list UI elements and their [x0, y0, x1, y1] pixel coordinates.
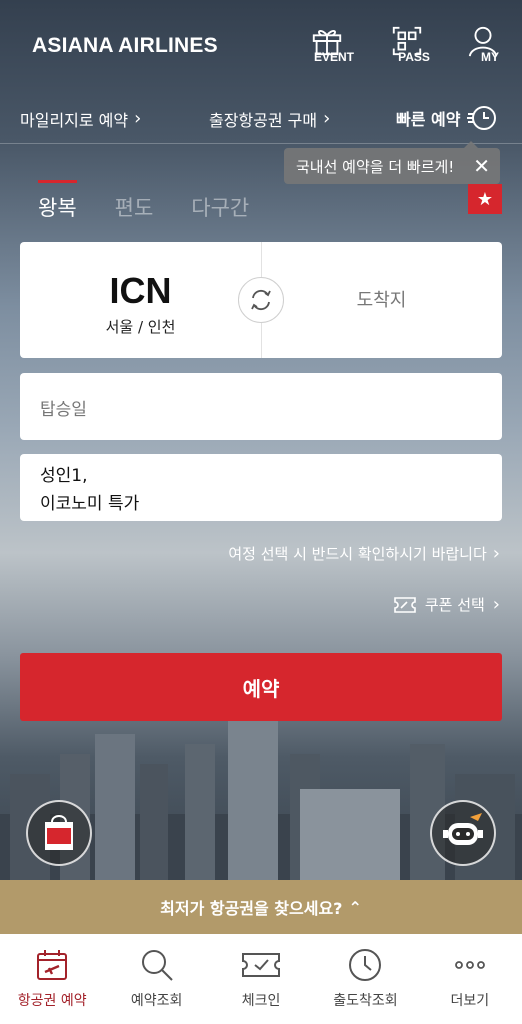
fast-clock-icon	[467, 106, 497, 130]
more-icon	[454, 961, 485, 969]
nav-flight-booking[interactable]: 항공권 예약	[0, 934, 104, 1024]
event-label: EVENT	[314, 50, 355, 64]
nav-label: 출도착조회	[333, 993, 398, 1009]
domestic-tooltip: 국내선 예약을 더 빠르게! ✕	[284, 141, 500, 184]
chevron-up-icon: ⌃	[348, 897, 362, 917]
trip-type-tabs: 왕복 편도 다구간	[38, 180, 249, 222]
quick-booking-link[interactable]: 빠른 예약	[396, 102, 498, 134]
swap-route-button[interactable]	[238, 277, 284, 323]
chatbot-button[interactable]	[430, 800, 496, 866]
nav-more[interactable]: 더보기	[418, 934, 522, 1024]
cabin-class: 이코노미 특가	[40, 494, 140, 514]
pass-button[interactable]: PASS	[382, 24, 432, 64]
chevron-right-icon: ›	[492, 593, 500, 615]
calendar-plane-icon	[37, 950, 68, 980]
tab-multi-city[interactable]: 다구간	[191, 180, 249, 222]
coupon-label: 쿠폰 선택	[424, 596, 485, 614]
pass-label: PASS	[398, 50, 430, 64]
itinerary-notice-link[interactable]: 여정 선택 시 반드시 확인하시기 바랍니다 ›	[228, 543, 500, 564]
book-button[interactable]: 예약	[20, 653, 502, 721]
coupon-select-link[interactable]: 쿠폰 선택 ›	[393, 594, 500, 615]
sub-navigation: 마일리지로 예약 › 출장항공권 구매 › 빠른 예약	[0, 92, 522, 144]
nav-label: 항공권 예약	[17, 993, 87, 1009]
bottom-navigation: 항공권 예약 예약조회 체크인 출도착조회 더보기	[0, 934, 522, 1024]
search-icon	[141, 950, 173, 981]
mileage-booking-link[interactable]: 마일리지로 예약 ›	[20, 107, 141, 131]
route-selector: ICN 서울 / 인천 도착지	[20, 242, 502, 358]
mileage-booking-label: 마일리지로 예약	[20, 111, 129, 130]
brand-logo: ASIANA AIRLINES	[32, 34, 218, 57]
favorite-button[interactable]: ★	[468, 184, 502, 214]
duty-free-button[interactable]	[26, 800, 92, 866]
tooltip-text: 국내선 예약을 더 빠르게!	[296, 157, 455, 176]
passenger-count: 성인1,	[40, 466, 88, 486]
duty-free-bag-icon	[45, 815, 73, 850]
clock-icon	[349, 949, 382, 981]
quick-booking-label: 빠른 예약	[396, 110, 461, 129]
tab-round-trip[interactable]: 왕복	[38, 180, 77, 222]
event-button[interactable]: EVENT	[302, 24, 355, 64]
lowest-fare-banner[interactable]: 최저가 항공권을 찾으세요? ⌃	[0, 880, 522, 934]
swap-icon	[251, 289, 271, 311]
coupon-icon	[394, 596, 416, 613]
chevron-right-icon: ›	[492, 542, 500, 564]
nav-label: 체크인	[241, 993, 281, 1009]
business-ticket-label: 출장항공권 구매	[209, 111, 318, 130]
departure-code: ICN	[109, 270, 172, 311]
passenger-class-field[interactable]: 성인1, 이코노미 특가	[20, 454, 502, 521]
chevron-right-icon: ›	[323, 108, 331, 129]
close-icon[interactable]: ✕	[473, 154, 490, 178]
departure-field[interactable]: ICN 서울 / 인천	[20, 270, 261, 337]
tab-one-way[interactable]: 편도	[115, 180, 154, 222]
nav-label: 더보기	[450, 993, 490, 1009]
departure-date-field[interactable]: 탑승일	[20, 373, 502, 440]
business-ticket-link[interactable]: 출장항공권 구매 ›	[209, 107, 330, 131]
nav-flight-status[interactable]: 출도착조회	[313, 934, 417, 1024]
arrival-field[interactable]: 도착지	[261, 286, 502, 312]
ticket-check-icon	[242, 953, 281, 977]
promo-text: 최저가 항공권을 찾으세요?	[160, 899, 343, 918]
top-header: ASIANA AIRLINES EVENT PASS MY	[0, 0, 522, 92]
chevron-right-icon: ›	[134, 108, 142, 129]
nav-reservation-lookup[interactable]: 예약조회	[104, 934, 208, 1024]
nav-check-in[interactable]: 체크인	[209, 934, 313, 1024]
nav-label: 예약조회	[130, 993, 183, 1009]
itinerary-notice-text: 여정 선택 시 반드시 확인하시기 바랍니다	[228, 545, 487, 563]
departure-city: 서울 / 인천	[105, 318, 176, 336]
my-label: MY	[481, 50, 499, 64]
star-icon: ★	[476, 188, 494, 210]
my-button[interactable]: MY	[458, 24, 508, 64]
robot-icon	[443, 813, 483, 845]
